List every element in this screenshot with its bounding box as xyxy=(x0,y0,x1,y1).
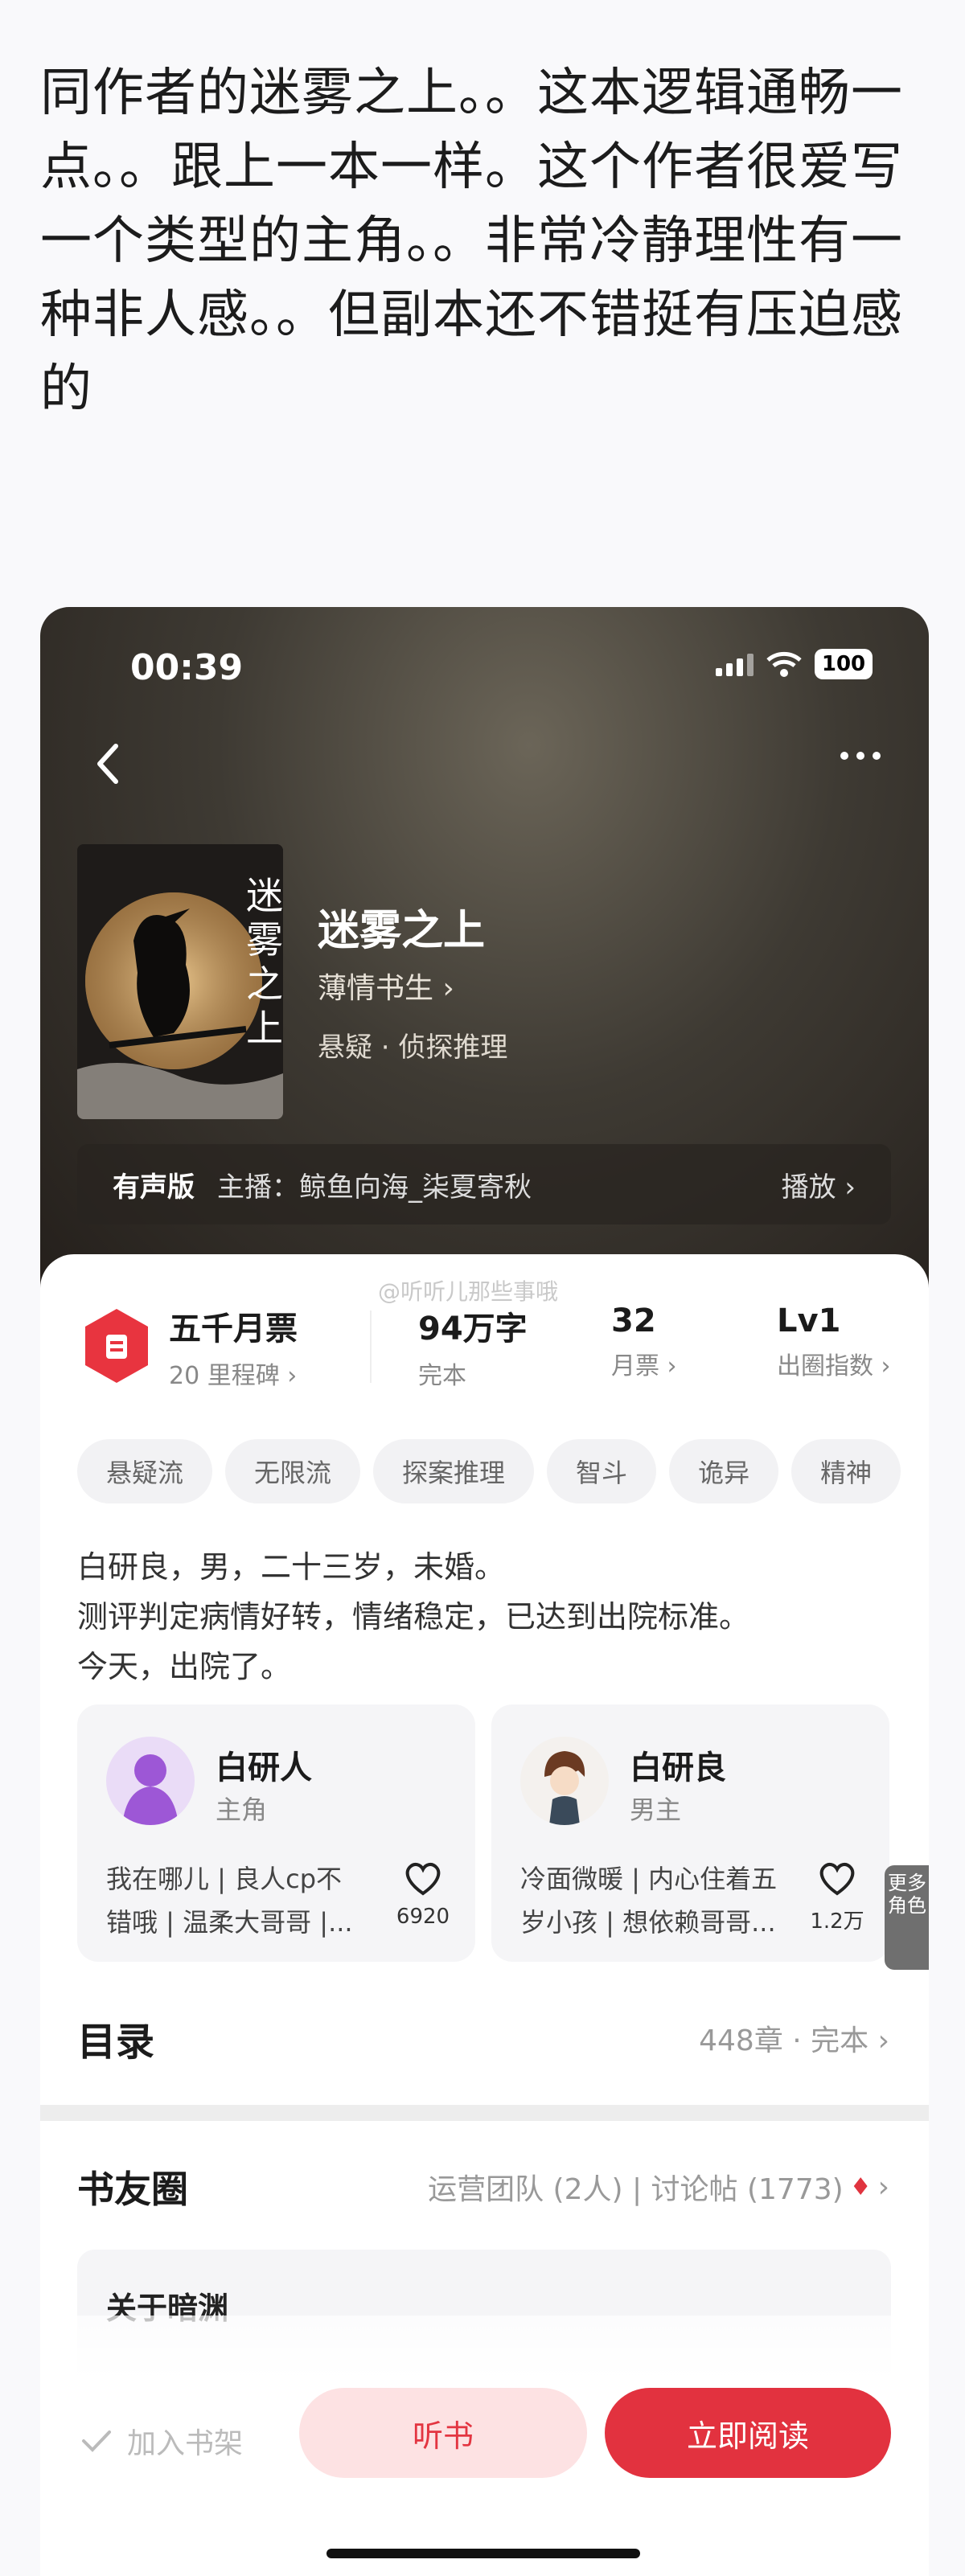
stat-votes-label: 月票 xyxy=(611,1352,659,1380)
audio-host: 主播：鲸鱼向海_柒夏寄秋 xyxy=(217,1171,532,1204)
avatar xyxy=(106,1737,195,1825)
cover-title: 迷 xyxy=(246,874,283,917)
character-role: 男主 xyxy=(630,1795,682,1825)
audio-play-label: 播放 xyxy=(781,1171,836,1204)
add-to-shelf-button[interactable]: 加入书架 xyxy=(80,2420,243,2462)
toc-info: 448章 · 完本 xyxy=(699,2024,869,2057)
blurb-line: 白研良，男，二十三岁，未婚。 xyxy=(77,1549,506,1585)
blurb-line: 测评判定病情好转，情绪稳定，已达到出院标准。 xyxy=(77,1599,750,1635)
audio-version-bar[interactable]: 有声版 主播：鲸鱼向海_柒夏寄秋 播放 › xyxy=(77,1144,891,1224)
stat-votes-value: 32 xyxy=(611,1302,656,1339)
character-desc: 我在哪儿 | 良人cp不 错哦 | 温柔大哥哥 |... xyxy=(106,1857,384,1944)
read-now-button[interactable]: 立即阅读 xyxy=(605,2388,891,2478)
circle-title: 书友圈 xyxy=(77,2168,188,2211)
character-name: 白研良 xyxy=(630,1749,726,1786)
book-circle-row[interactable]: 书友圈 运营团队 (2人) | 讨论帖 (1773) ♦ › xyxy=(77,2159,889,2215)
cover-art: 迷 雾 之 上 xyxy=(77,844,283,1119)
book-author-link[interactable]: 薄情书生 › xyxy=(318,965,454,1007)
character-name: 白研人 xyxy=(216,1749,312,1786)
character-desc-line: 错哦 | 温柔大哥哥 |... xyxy=(106,1907,353,1938)
tag-chip[interactable]: 精神 xyxy=(791,1439,901,1503)
bottom-action-bar: 加入书架 听书 立即阅读 xyxy=(40,2316,929,2576)
book-header: 00:39 100 迷 雾 之 上 迷雾之上 薄情书生 › 悬疑 · 侦探推理 … xyxy=(40,607,929,1298)
avatar xyxy=(520,1737,609,1825)
watermark: @听听儿那些事哦 xyxy=(378,1278,559,1305)
like-button[interactable]: 1.2万 xyxy=(809,1861,865,1934)
stat-level-value: Lv1 xyxy=(777,1302,841,1339)
like-count: 1.2万 xyxy=(810,1909,864,1934)
stat-level[interactable]: Lv1 出圈指数 › xyxy=(777,1302,891,1381)
tag-list: 悬疑流 无限流 探案推理 智斗 诡异 精神 xyxy=(77,1439,901,1503)
character-desc-line: 我在哪儿 | 良人cp不 xyxy=(106,1864,343,1894)
book-blurb[interactable]: 白研良，男，二十三岁，未婚。 测评判定病情好转，情绪稳定，已达到出院标准。 今天… xyxy=(77,1542,749,1692)
signal-icon xyxy=(716,652,754,676)
battery-icon: 100 xyxy=(815,649,873,679)
stat-words-value: 94万字 xyxy=(418,1311,528,1347)
stats-row: 五千月票 20 里程碑 › 94万字 完本 32 月票 › Lv1 出圈指数 › xyxy=(80,1302,893,1390)
post-line: 同作者的迷雾之上。。这本逻辑通畅一 xyxy=(40,64,903,123)
post-line: 的 xyxy=(40,359,92,419)
post-text: 同作者的迷雾之上。。这本逻辑通畅一 点。。跟上一本一样。这个作者很爱写 一个类型… xyxy=(40,56,933,426)
circle-info: 运营团队 (2人) | 讨论帖 (1773) xyxy=(428,2173,844,2206)
audio-tag: 有声版 xyxy=(113,1171,195,1204)
blurb-line: 今天，出院了。 xyxy=(77,1649,292,1684)
post-line: 一个类型的主角。。非常冷静理性有一 xyxy=(40,211,903,271)
tag-chip[interactable]: 探案推理 xyxy=(373,1439,535,1503)
character-desc: 冷面微暖 | 内心住着五 岁小孩 | 想依赖哥哥... xyxy=(520,1857,798,1944)
fire-icon: ♦ xyxy=(849,2172,872,2201)
home-indicator xyxy=(326,2549,640,2558)
toc-title: 目录 xyxy=(77,2020,155,2065)
heart-icon xyxy=(405,1862,441,1896)
status-time: 00:39 xyxy=(130,647,244,688)
book-detail-panel: @听听儿那些事哦 五千月票 20 里程碑 › 94万字 完本 32 月票 › L… xyxy=(40,1254,929,2576)
check-icon xyxy=(82,2430,111,2452)
book-cover[interactable]: 迷 雾 之 上 xyxy=(77,844,283,1119)
stat-words: 94万字 完本 xyxy=(418,1302,528,1391)
stat-divider xyxy=(370,1311,372,1383)
tag-chip[interactable]: 无限流 xyxy=(225,1439,361,1503)
tag-chip[interactable]: 诡异 xyxy=(669,1439,779,1503)
status-icons: 100 xyxy=(716,649,873,679)
like-count: 6920 xyxy=(396,1905,450,1929)
listen-button[interactable]: 听书 xyxy=(299,2388,587,2478)
add-to-shelf-label: 加入书架 xyxy=(127,2427,244,2460)
more-roles-tab[interactable]: 更多角色 xyxy=(885,1865,929,1970)
book-title: 迷雾之上 xyxy=(318,907,486,955)
stat-ticket-label: 20 里程碑 xyxy=(169,1362,280,1390)
chevron-right-icon: › xyxy=(442,972,454,1005)
audio-play-link[interactable]: 播放 › xyxy=(782,1165,856,1204)
stat-ticket[interactable]: 五千月票 20 里程碑 › xyxy=(169,1302,298,1391)
character-desc-line: 岁小孩 | 想依赖哥哥... xyxy=(520,1907,776,1938)
character-card[interactable]: 白研良 男主 冷面微暖 | 内心住着五 岁小孩 | 想依赖哥哥... 1.2万 xyxy=(491,1704,889,1962)
tag-chip[interactable]: 悬疑流 xyxy=(77,1439,213,1503)
stat-votes[interactable]: 32 月票 › xyxy=(611,1302,677,1381)
toc-row[interactable]: 目录 448章 · 完本 › xyxy=(77,2010,889,2066)
like-button[interactable]: 6920 xyxy=(395,1861,451,1929)
stat-ticket-value: 五千月票 xyxy=(169,1311,298,1347)
svg-text:之: 之 xyxy=(246,962,283,1006)
wifi-icon xyxy=(766,651,802,677)
character-desc-line: 冷面微暖 | 内心住着五 xyxy=(520,1864,778,1894)
stat-level-label: 出圈指数 xyxy=(777,1352,873,1380)
svg-text:上: 上 xyxy=(246,1007,283,1050)
ticket-icon xyxy=(85,1309,148,1383)
post-line: 种非人感。。但副本还不错挺有压迫感 xyxy=(40,285,903,345)
back-icon[interactable] xyxy=(88,740,129,788)
book-genre: 悬疑 · 侦探推理 xyxy=(318,1032,508,1064)
heart-icon xyxy=(819,1862,855,1896)
section-divider xyxy=(40,2105,929,2121)
tag-chip[interactable]: 智斗 xyxy=(547,1439,657,1503)
app-screenshot: 00:39 100 迷 雾 之 上 迷雾之上 薄情书生 › 悬疑 · 侦探推理 … xyxy=(40,607,929,2576)
post-line: 点。。跟上一本一样。这个作者很爱写 xyxy=(40,137,903,197)
character-role: 主角 xyxy=(216,1795,268,1825)
character-card[interactable]: 白研人 主角 我在哪儿 | 良人cp不 错哦 | 温柔大哥哥 |... 6920 xyxy=(77,1704,475,1962)
book-author: 薄情书生 xyxy=(318,972,434,1005)
more-icon[interactable] xyxy=(840,752,881,760)
stat-words-label: 完本 xyxy=(418,1362,466,1390)
svg-text:雾: 雾 xyxy=(246,918,283,962)
